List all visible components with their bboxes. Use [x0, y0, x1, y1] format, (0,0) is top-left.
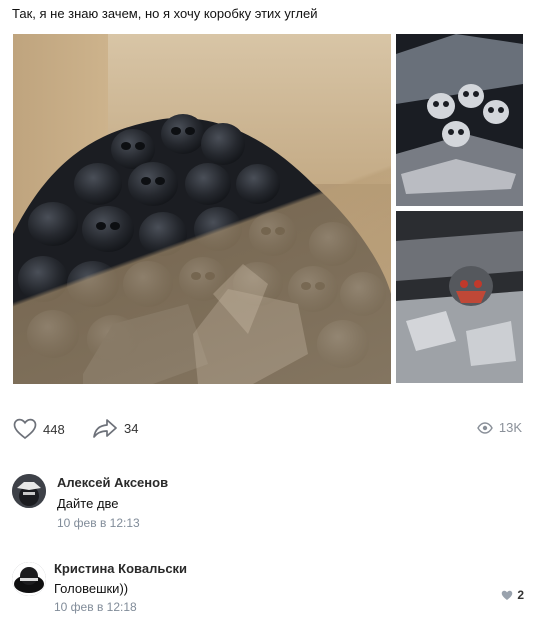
post-text: Так, я не знаю зачем, но я хочу коробку … — [12, 6, 318, 21]
comment-author[interactable]: Алексей Аксенов — [57, 475, 168, 490]
avatar[interactable] — [12, 474, 46, 508]
comment-item: Алексей Аксенов Дайте две 10 фев в 12:13 — [0, 468, 546, 538]
comment-like-count: 2 — [517, 588, 524, 602]
comment-item: Кристина Ковальски Головешки)) 10 фев в … — [0, 552, 546, 622]
eye-icon — [477, 421, 493, 434]
avatar-image — [12, 474, 46, 508]
share-button[interactable]: 34 — [92, 418, 138, 438]
box-edge — [13, 34, 391, 384]
share-arrow-icon — [93, 419, 117, 438]
avatar-image — [12, 562, 46, 596]
views-counter: 13K — [477, 420, 522, 435]
post-photo-side-bottom[interactable] — [396, 211, 523, 383]
comment-like-button[interactable]: 2 — [501, 588, 524, 602]
share-count: 34 — [124, 420, 139, 436]
views-count: 13K — [498, 420, 522, 435]
burning-skulls-top — [396, 34, 523, 206]
post-photo-main[interactable] — [13, 34, 391, 384]
comment-date[interactable]: 10 фев в 12:18 — [54, 600, 137, 614]
like-count: 448 — [43, 421, 65, 437]
heart-icon — [13, 418, 37, 440]
comment-text: Дайте две — [57, 496, 119, 511]
avatar[interactable] — [12, 562, 46, 596]
like-button[interactable]: 448 — [13, 418, 65, 440]
comment-text: Головешки)) — [54, 581, 129, 596]
comment-heart-icon — [502, 590, 513, 600]
glowing-skull-bottom — [396, 211, 523, 383]
post-photo-side-top[interactable] — [396, 34, 523, 206]
comment-date[interactable]: 10 фев в 12:13 — [57, 516, 140, 530]
post-actions-bar: 448 34 13K — [0, 416, 546, 442]
comment-author[interactable]: Кристина Ковальски — [54, 561, 187, 576]
